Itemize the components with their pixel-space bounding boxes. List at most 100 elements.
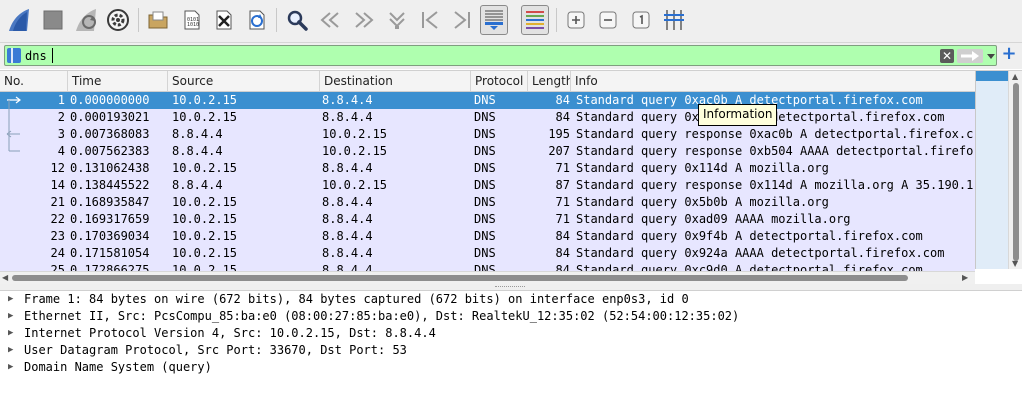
reload-file-button[interactable] bbox=[243, 5, 271, 35]
apply-filter-icon[interactable] bbox=[957, 49, 983, 63]
cell-length: 84 bbox=[555, 263, 570, 271]
expand-arrow-icon[interactable]: ▶ bbox=[8, 342, 13, 359]
svg-text:1010: 1010 bbox=[187, 22, 199, 28]
start-capture-icon bbox=[9, 9, 29, 31]
resize-columns-button[interactable] bbox=[660, 5, 688, 35]
go-back-button[interactable] bbox=[316, 5, 344, 35]
cell-source: 10.0.2.15 bbox=[172, 93, 238, 107]
column-header-source[interactable]: Source bbox=[168, 71, 320, 91]
last-packet-button[interactable] bbox=[448, 5, 476, 35]
find-packet-button[interactable] bbox=[283, 5, 311, 35]
scroll-left-icon[interactable]: ◀ bbox=[2, 273, 8, 283]
go-to-packet-button[interactable] bbox=[383, 5, 411, 35]
cell-protocol: DNS bbox=[474, 263, 496, 271]
splitter-grip[interactable] bbox=[495, 286, 525, 289]
related-packet-arrow-icon bbox=[6, 96, 21, 152]
scroll-up-icon[interactable]: ▲ bbox=[1012, 73, 1018, 81]
packet-row[interactable]: 12 0.131062438 10.0.2.15 8.8.4.4 DNS 71 … bbox=[0, 160, 975, 177]
cell-length: 71 bbox=[555, 195, 570, 209]
normal-size-icon bbox=[632, 11, 650, 29]
save-file-button[interactable]: 0101 1010 bbox=[178, 5, 206, 35]
cell-source: 10.0.2.15 bbox=[172, 212, 238, 226]
expand-arrow-icon[interactable]: ▶ bbox=[8, 291, 13, 308]
packet-list-vertical-scrollbar[interactable]: ▲ ▼ bbox=[1008, 71, 1022, 269]
packet-row[interactable]: 2 0.000193021 10.0.2.15 8.8.4.4 DNS 84 S… bbox=[0, 109, 975, 126]
scroll-right-icon[interactable]: ▶ bbox=[962, 273, 968, 283]
cell-info: Standard query 0xad09 AAAA mozilla.org bbox=[576, 212, 851, 226]
start-capture-button[interactable] bbox=[5, 5, 33, 35]
cell-time: 0.168935847 bbox=[70, 195, 150, 209]
column-header-protocol[interactable]: Protocol bbox=[471, 71, 528, 91]
capture-options-button[interactable] bbox=[104, 5, 132, 35]
go-forward-button[interactable] bbox=[350, 5, 378, 35]
add-filter-button-icon[interactable]: + bbox=[1001, 44, 1017, 64]
zoom-in-button[interactable] bbox=[562, 5, 590, 35]
close-file-button[interactable] bbox=[210, 5, 238, 35]
zoom-in-icon bbox=[567, 11, 585, 29]
filter-history-dropdown-icon[interactable] bbox=[985, 49, 997, 63]
zoom-out-button[interactable] bbox=[594, 5, 622, 35]
open-file-icon bbox=[148, 11, 168, 29]
packet-list-horizontal-scrollbar[interactable]: ◀ ▶ bbox=[0, 271, 975, 284]
expand-arrow-icon[interactable]: ▶ bbox=[8, 325, 13, 342]
expand-arrow-icon[interactable]: ▶ bbox=[8, 359, 13, 376]
horizontal-scroll-thumb[interactable] bbox=[12, 275, 908, 281]
cell-length: 84 bbox=[555, 93, 570, 107]
zoom-out-icon bbox=[599, 11, 617, 29]
display-filter-input[interactable] bbox=[25, 47, 925, 64]
restart-capture-button[interactable] bbox=[72, 5, 100, 35]
info-column-tooltip: Information bbox=[698, 104, 778, 126]
colorize-button[interactable] bbox=[521, 5, 549, 35]
cell-no: 14 bbox=[50, 178, 65, 192]
cell-protocol: DNS bbox=[474, 178, 496, 192]
column-header-info[interactable]: Info bbox=[571, 71, 975, 91]
reload-file-icon bbox=[249, 10, 265, 30]
cell-time: 0.007368083 bbox=[70, 127, 150, 141]
packet-row[interactable]: 24 0.171581054 10.0.2.15 8.8.4.4 DNS 84 … bbox=[0, 245, 975, 262]
cell-no: 24 bbox=[50, 246, 65, 260]
stop-capture-button[interactable] bbox=[39, 5, 67, 35]
vertical-scroll-thumb[interactable] bbox=[1013, 83, 1019, 261]
packet-minimap[interactable] bbox=[975, 71, 1008, 269]
packet-row[interactable]: 3 0.007368083 8.8.4.4 10.0.2.15 DNS 195 … bbox=[0, 126, 975, 143]
packet-row[interactable]: 23 0.170369034 10.0.2.15 8.8.4.4 DNS 84 … bbox=[0, 228, 975, 245]
text-cursor bbox=[52, 48, 53, 63]
scroll-down-icon[interactable]: ▼ bbox=[1012, 260, 1018, 268]
packet-row[interactable]: 1 0.000000000 10.0.2.15 8.8.4.4 DNS 84 S… bbox=[0, 92, 975, 109]
toolbar-separator bbox=[138, 8, 139, 32]
normal-size-button[interactable] bbox=[627, 5, 655, 35]
packet-row[interactable]: 14 0.138445522 8.8.4.4 10.0.2.15 DNS 87 … bbox=[0, 177, 975, 194]
clear-filter-icon[interactable]: ✕ bbox=[940, 49, 954, 63]
bookmark-icon[interactable] bbox=[7, 48, 21, 63]
packet-row[interactable]: 25 0.172866275 10.0.2.15 8.8.4.4 DNS 84 … bbox=[0, 262, 975, 271]
packet-row[interactable]: 22 0.169317659 10.0.2.15 8.8.4.4 DNS 71 … bbox=[0, 211, 975, 228]
column-header-time[interactable]: Time bbox=[68, 71, 168, 91]
tree-item-label: Internet Protocol Version 4, Src: 10.0.2… bbox=[24, 326, 436, 340]
cell-length: 87 bbox=[555, 178, 570, 192]
cell-time: 0.171581054 bbox=[70, 246, 150, 260]
expand-arrow-icon[interactable]: ▶ bbox=[8, 308, 13, 325]
cell-source: 10.0.2.15 bbox=[172, 161, 238, 175]
display-filter-field[interactable]: ✕ bbox=[4, 45, 997, 66]
packet-row[interactable]: 4 0.007562383 8.8.4.4 10.0.2.15 DNS 207 … bbox=[0, 143, 975, 160]
column-header-length[interactable]: Length bbox=[528, 71, 571, 91]
cell-protocol: DNS bbox=[474, 144, 496, 158]
first-packet-button[interactable] bbox=[416, 5, 444, 35]
cell-protocol: DNS bbox=[474, 161, 496, 175]
cell-source: 10.0.2.15 bbox=[172, 246, 238, 260]
autoscroll-button[interactable] bbox=[480, 5, 508, 35]
cell-source: 8.8.4.4 bbox=[172, 178, 223, 192]
save-file-icon: 0101 1010 bbox=[184, 10, 200, 30]
go-forward-icon bbox=[355, 12, 374, 28]
column-header-no[interactable]: No. bbox=[0, 71, 68, 91]
tree-item-label: Frame 1: 84 bytes on wire (672 bits), 84… bbox=[24, 292, 689, 306]
column-header-destination[interactable]: Destination bbox=[320, 71, 471, 91]
open-file-button[interactable] bbox=[144, 5, 172, 35]
cell-no: 25 bbox=[50, 263, 65, 271]
tree-item-label: Ethernet II, Src: PcsCompu_85:ba:e0 (08:… bbox=[24, 309, 740, 323]
autoscroll-icon bbox=[485, 10, 503, 30]
packet-row[interactable]: 21 0.168935847 10.0.2.15 8.8.4.4 DNS 71 … bbox=[0, 194, 975, 211]
cell-protocol: DNS bbox=[474, 212, 496, 226]
cell-source: 8.8.4.4 bbox=[172, 144, 223, 158]
cell-info: Standard query 0x5b0b A mozilla.org bbox=[576, 195, 829, 209]
